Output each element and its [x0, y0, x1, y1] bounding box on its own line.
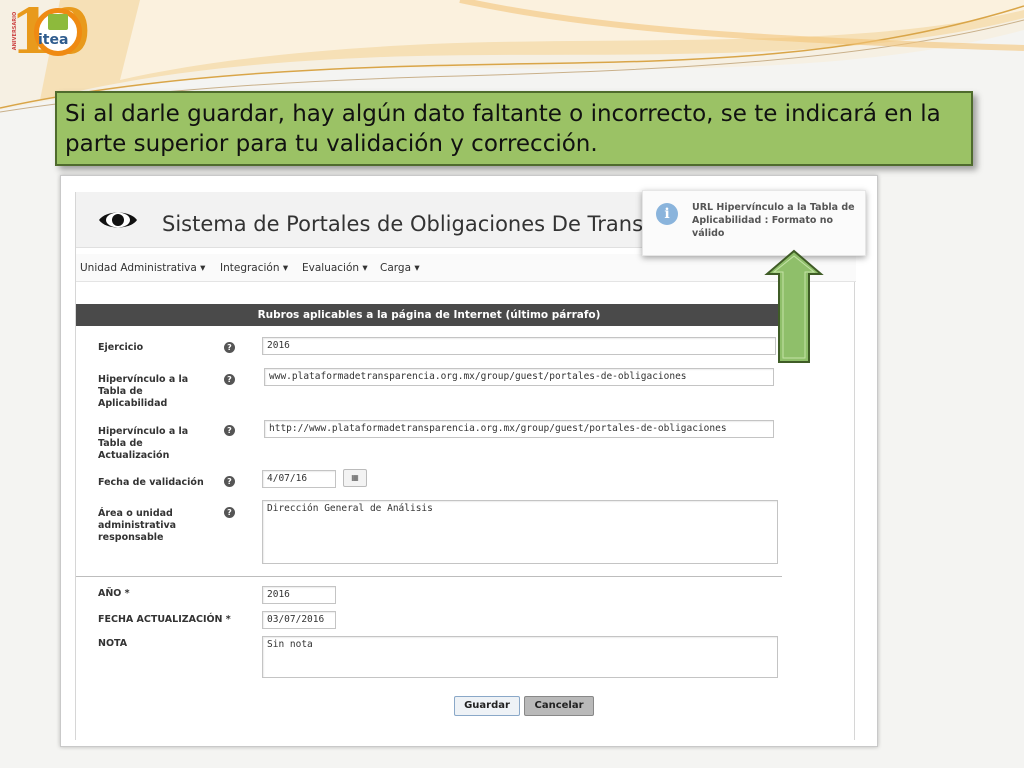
help-icon[interactable]: ?: [224, 425, 235, 436]
logo-vertical-text: ANIVERSARIO: [12, 11, 19, 51]
up-arrow-icon: [764, 249, 824, 363]
help-icon[interactable]: ?: [224, 342, 235, 353]
cancelar-button[interactable]: Cancelar: [524, 696, 594, 716]
logo: 10 itea ANIVERSARIO: [4, 0, 90, 66]
label-fecha-actualizacion: FECHA ACTUALIZACIÓN *: [98, 614, 231, 625]
nota-textarea[interactable]: Sin nota: [262, 636, 778, 678]
logo-brand-text: itea: [38, 32, 69, 48]
anio-input[interactable]: 2016: [262, 586, 336, 604]
label-anio: AÑO *: [98, 588, 130, 599]
label-fecha-validacion: Fecha de validación: [98, 477, 204, 488]
eye-icon: [99, 212, 137, 228]
help-icon[interactable]: ?: [224, 476, 235, 487]
label-hipervinculo-actualizacion: Hipervínculo a la Tabla de Actualización: [98, 426, 189, 461]
validation-toast: i URL Hipervínculo a la Tabla de Aplicab…: [642, 190, 866, 256]
section-title-bar: Rubros aplicables a la página de Interne…: [76, 304, 782, 326]
label-area-responsable: Área o unidad administrativa responsable: [98, 508, 177, 543]
label-ejercicio: Ejercicio: [98, 342, 144, 353]
main-menu: Unidad Administrativa ▾ Integración ▾ Ev…: [76, 254, 856, 282]
menu-unidad-administrativa[interactable]: Unidad Administrativa ▾: [80, 262, 205, 274]
help-icon[interactable]: ?: [224, 507, 235, 518]
logo-cube-icon: [48, 14, 68, 30]
hipervinculo-aplicabilidad-input[interactable]: www.plataformadetransparencia.org.mx/gro…: [264, 368, 774, 386]
area-responsable-textarea[interactable]: Dirección General de Análisis: [262, 500, 778, 564]
menu-evaluacion[interactable]: Evaluación ▾: [302, 262, 368, 274]
ejercicio-input[interactable]: 2016: [262, 337, 776, 355]
menu-carga[interactable]: Carga ▾: [380, 262, 420, 274]
form-divider: [76, 576, 782, 577]
toast-message: URL Hipervínculo a la Tabla de Aplicabil…: [692, 202, 855, 239]
hipervinculo-actualizacion-input[interactable]: http://www.plataformadetransparencia.org…: [264, 420, 774, 438]
instruction-callout: Si al darle guardar, hay algún dato falt…: [55, 91, 973, 166]
calendar-button[interactable]: ▦: [343, 469, 367, 487]
app-window: Sistema de Portales de Obligaciones De T…: [75, 192, 856, 740]
menu-integracion[interactable]: Integración ▾: [220, 262, 288, 274]
fecha-actualizacion-input[interactable]: 03/07/2016: [262, 611, 336, 629]
fecha-validacion-input[interactable]: 4/07/16: [262, 470, 336, 488]
guardar-button[interactable]: Guardar: [454, 696, 520, 716]
label-nota: NOTA: [98, 638, 128, 649]
help-icon[interactable]: ?: [224, 374, 235, 385]
app-screenshot: Sistema de Portales de Obligaciones De T…: [60, 175, 878, 747]
info-icon: i: [656, 203, 678, 225]
label-hipervinculo-aplicabilidad: Hipervínculo a la Tabla de Aplicabilidad: [98, 374, 189, 409]
